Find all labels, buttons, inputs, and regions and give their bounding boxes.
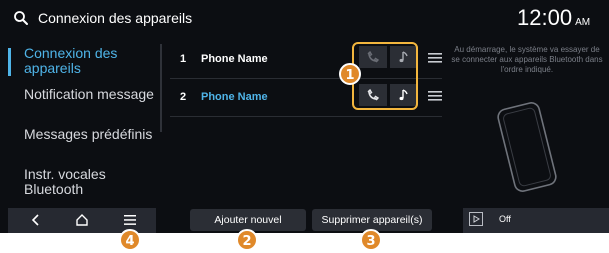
clock-ampm: AM (575, 17, 591, 28)
sidebar: Connexion des appareils Notification mes… (0, 36, 160, 197)
callout-badge-4: 4 (119, 229, 141, 251)
sidebar-item-label: Instr. vocales Bluetooth (24, 166, 106, 197)
screen: Connexion des appareils 12:00 AM Connexio… (0, 0, 609, 233)
callout-badge-2: 2 (236, 229, 258, 251)
callout-badge-3: 3 (360, 229, 382, 251)
search-icon[interactable] (13, 10, 29, 26)
device-priority-number: 2 (180, 91, 187, 103)
active-indicator (8, 48, 11, 76)
sidebar-item-label: Connexion des appareils (24, 45, 118, 76)
clock: 12:00 AM (517, 6, 590, 35)
callout-badge-1: 1 (339, 63, 361, 85)
sidebar-item-bluetooth-voice-instructions[interactable]: Instr. vocales Bluetooth (0, 163, 158, 201)
home-button[interactable] (66, 208, 98, 233)
delete-devices-button[interactable]: Supprimer appareil(s) (312, 209, 432, 231)
device-name: Phone Name (201, 91, 268, 103)
callout-highlight-box (352, 42, 418, 110)
device-name: Phone Name (201, 53, 268, 65)
top-bar: Connexion des appareils 12:00 AM (0, 0, 609, 36)
reorder-menu-icon[interactable] (428, 52, 442, 64)
page-title: Connexion des appareils (38, 10, 193, 26)
sidebar-item-device-connection[interactable]: Connexion des appareils (0, 42, 158, 80)
sidebar-divider (160, 44, 162, 132)
sidebar-item-label: Messages prédéfinis (24, 126, 153, 142)
clock-time: 12:00 (517, 5, 573, 30)
smartphone-icon (497, 102, 557, 192)
menu-icon (124, 215, 136, 225)
sidebar-item-label: Notification message (24, 86, 154, 102)
media-panel[interactable]: Off (463, 208, 609, 233)
media-status: Off (499, 214, 511, 224)
sidebar-item-predefined-messages[interactable]: Messages prédéfinis (0, 123, 158, 161)
home-icon (76, 214, 88, 226)
back-button[interactable] (20, 208, 52, 233)
back-icon (31, 214, 39, 226)
reorder-menu-icon[interactable] (428, 90, 442, 102)
add-new-device-button[interactable]: Ajouter nouvel (190, 209, 306, 231)
play-icon (469, 212, 483, 226)
sidebar-item-notification-message[interactable]: Notification message (0, 83, 158, 121)
device-priority-number: 1 (180, 53, 187, 65)
help-text: Au démarrage, le système va essayer de s… (451, 45, 603, 74)
